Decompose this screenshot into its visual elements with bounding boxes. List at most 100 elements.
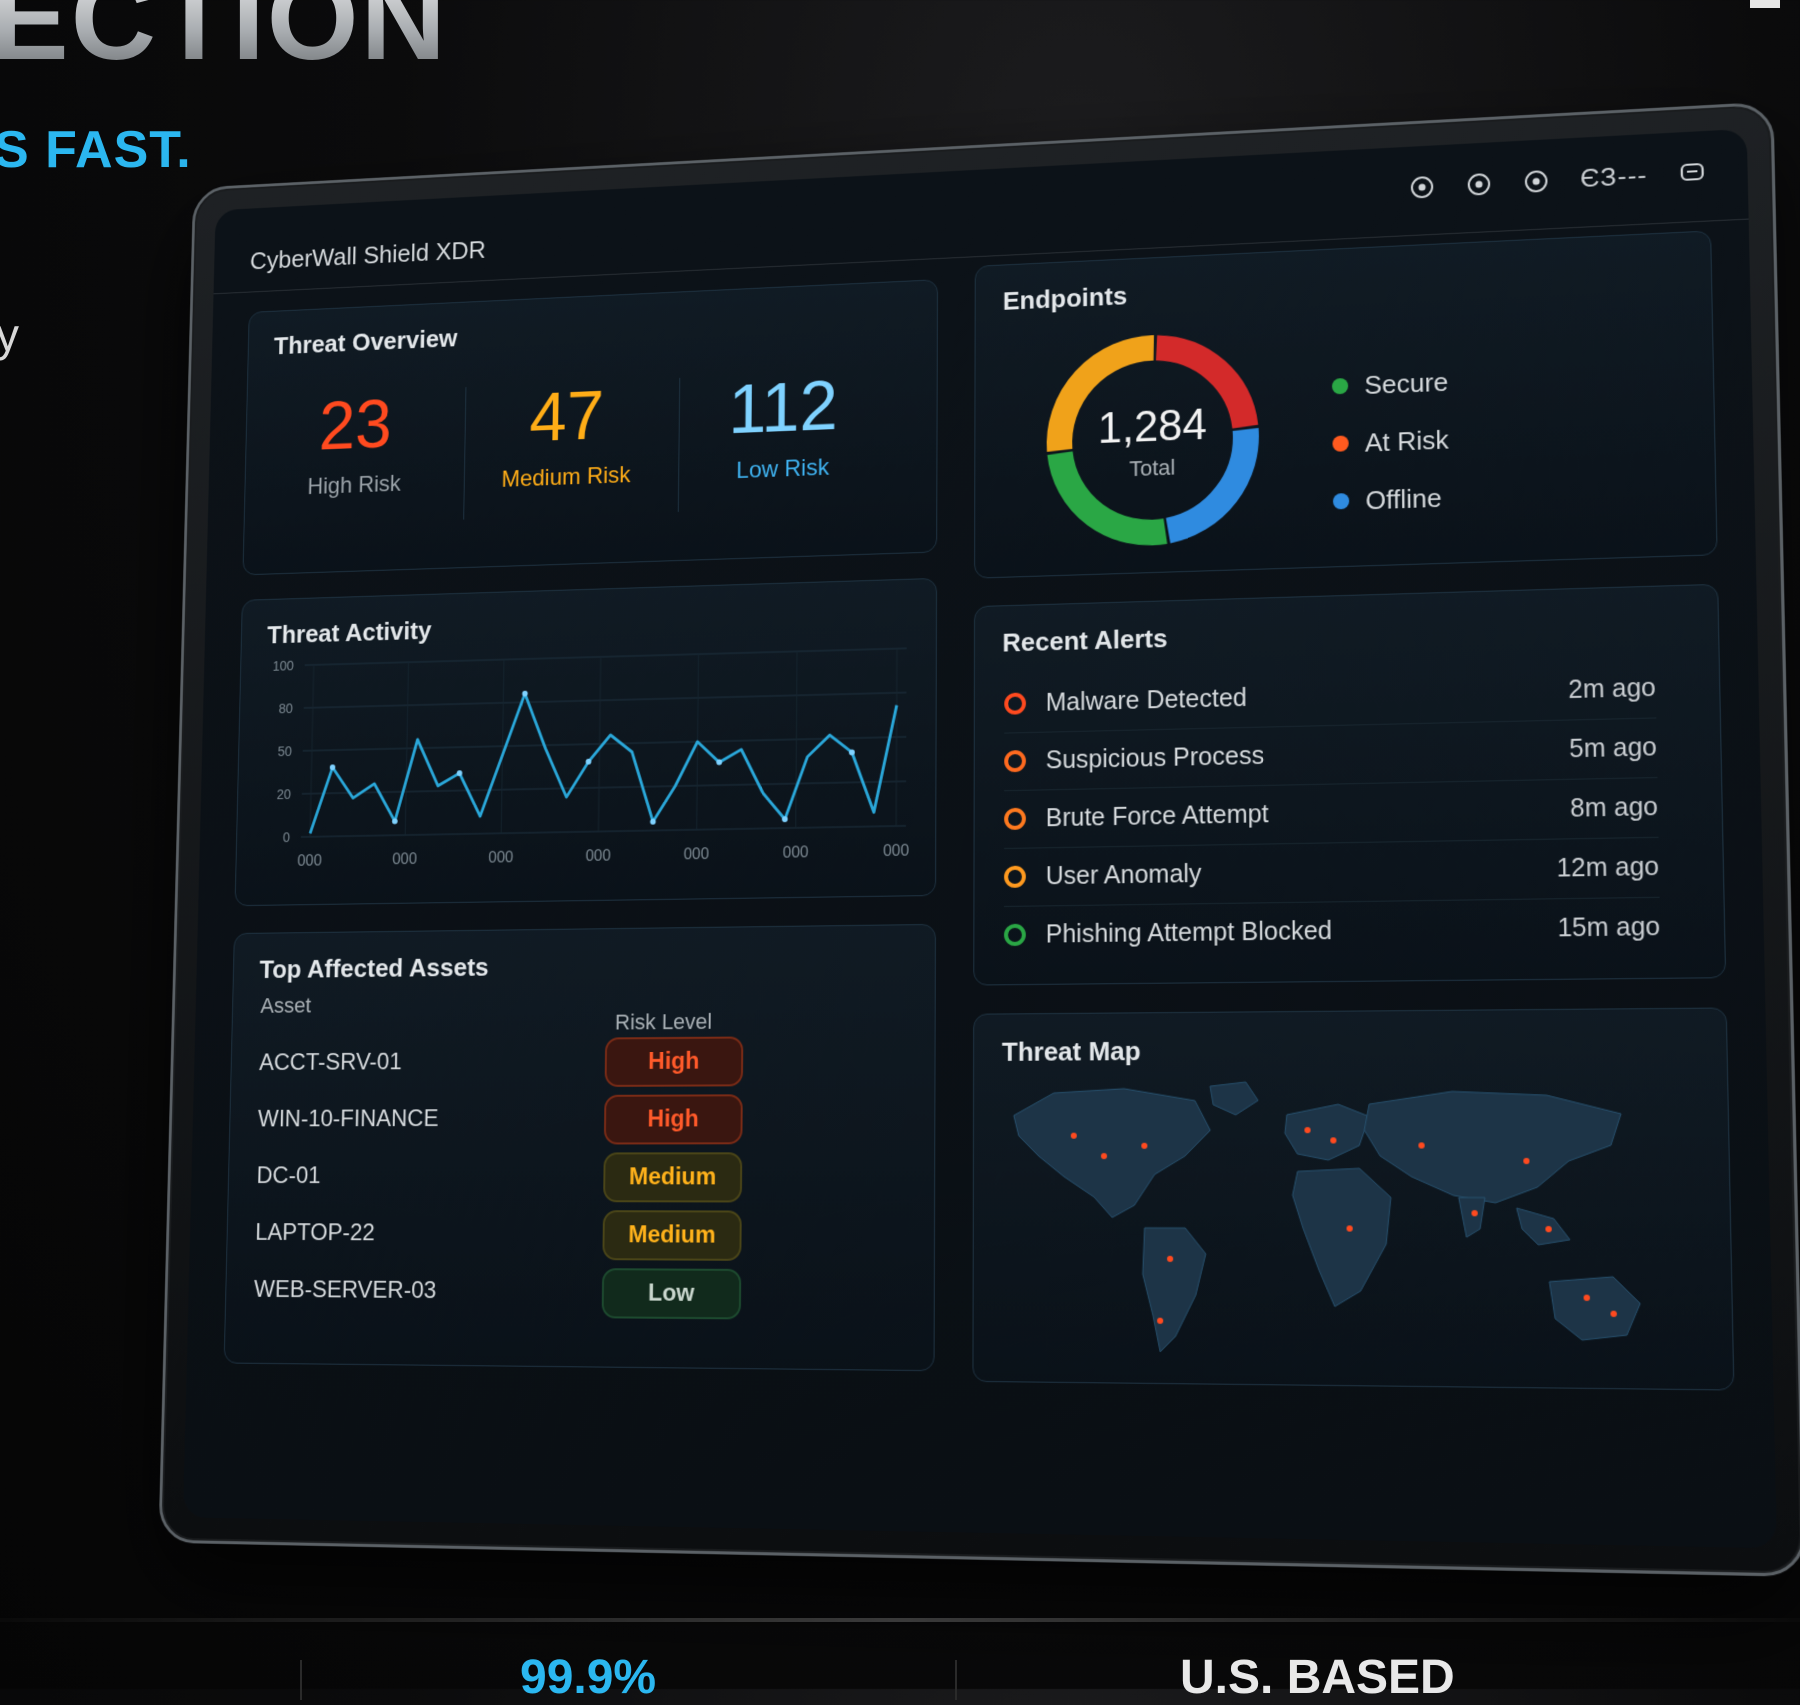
secure-dot-icon (1332, 378, 1348, 394)
alert-text: User Anomaly (1046, 853, 1557, 890)
north-america-shape (1014, 1088, 1211, 1217)
risk-badge: High (605, 1036, 744, 1086)
asset-name[interactable]: DC-01 (256, 1162, 321, 1189)
threat-marker (1141, 1143, 1147, 1149)
alert-text: Brute Force Attempt (1046, 794, 1571, 833)
record-icon-2[interactable] (1465, 170, 1492, 197)
bottom-divider (0, 1618, 1800, 1622)
divider (678, 378, 680, 512)
asset-name[interactable]: WIN-10-FINANCE (258, 1105, 439, 1133)
panel-title: Recent Alerts (1002, 623, 1167, 658)
legend-item-at-risk[interactable]: At Risk (1332, 411, 1449, 473)
y-tick-label: 100 (272, 658, 294, 673)
y-tick-label: 0 (283, 830, 290, 845)
medium-risk-label: Medium Risk (473, 461, 660, 495)
australia-shape (1549, 1276, 1641, 1340)
threat-activity-chart[interactable]: 0 20 50 80 100 000 000 000 000 000 000 000 (235, 579, 936, 905)
recent-alerts-panel: Recent Alerts Malware Detected 2m ago Su… (973, 584, 1726, 986)
india-shape (1459, 1198, 1486, 1238)
world-map[interactable] (993, 1072, 1711, 1379)
endpoints-panel: Endpoints 1,284 Total Secure At Risk Off… (974, 230, 1718, 578)
threat-marker (1101, 1153, 1107, 1159)
divider (463, 387, 466, 519)
alert-time: 15m ago (1557, 912, 1660, 943)
gridline (301, 826, 906, 837)
panel-title: Threat Overview (274, 324, 458, 361)
high-risk-stat[interactable]: 23 High Risk (263, 388, 447, 502)
africa-shape (1292, 1168, 1392, 1307)
legend-item-secure[interactable]: Secure (1332, 353, 1449, 415)
x-tick-label: 000 (297, 852, 322, 869)
threat-marker (1167, 1256, 1173, 1262)
app-title: CyberWall Shield XDR (250, 235, 486, 276)
x-tick-label: 000 (585, 847, 610, 865)
high-risk-label: High Risk (263, 469, 446, 502)
legend-item-offline[interactable]: Offline (1333, 468, 1450, 530)
bottom-stat-location: U.S. BASED (1180, 1650, 1455, 1705)
threat-activity-panel: Threat Activity 0 20 50 80 100 000 000 000 000 00… (235, 578, 937, 906)
endpoints-legend: Secure At Risk Offline (1332, 353, 1450, 530)
bottom-separator (955, 1660, 957, 1700)
asset-column-header: Asset (260, 993, 311, 1019)
gridline (796, 651, 797, 827)
risk-column-header: Risk Level (615, 1009, 712, 1036)
chat-icon[interactable] (1678, 159, 1706, 186)
alert-status-icon (1004, 866, 1026, 888)
x-tick-label: 000 (883, 842, 909, 860)
alert-text: Suspicious Process (1046, 734, 1570, 775)
threat-marker (1304, 1127, 1310, 1133)
alert-status-icon (1004, 808, 1026, 830)
status-text-icon[interactable]: ЄЗ--- (1580, 160, 1648, 194)
europe-shape (1285, 1104, 1370, 1160)
risk-badge: Medium (602, 1210, 741, 1261)
risk-badge: High (604, 1094, 743, 1144)
alert-text: Phishing Attempt Blocked (1046, 913, 1558, 949)
gridline (302, 781, 906, 794)
medium-risk-stat[interactable]: 47 Medium Risk (473, 379, 661, 495)
bottom-separator (300, 1660, 302, 1700)
southeast-asia-shape (1517, 1208, 1570, 1245)
alert-time: 5m ago (1569, 732, 1657, 764)
x-tick-label: 000 (488, 849, 513, 867)
asset-name[interactable]: ACCT-SRV-01 (259, 1049, 402, 1077)
risk-badge: Medium (603, 1152, 742, 1202)
legend-label: At Risk (1365, 424, 1449, 458)
hero-title: ECTION (0, 0, 448, 78)
low-risk-count: 112 (688, 369, 879, 446)
record-icon[interactable] (1408, 173, 1435, 200)
x-tick-label: 000 (392, 851, 417, 869)
threat-overview-panel: Threat Overview 23 High Risk 47 Medium R… (242, 279, 938, 575)
gridline (305, 648, 907, 665)
gridline (304, 693, 907, 708)
legend-label: Offline (1365, 482, 1442, 516)
panel-title: Threat Map (1002, 1036, 1141, 1068)
low-risk-stat[interactable]: 112 Low Risk (688, 369, 879, 486)
hero-text-fragment: y (0, 308, 19, 362)
hero-subtitle: S FAST. (0, 120, 192, 180)
asset-name[interactable]: LAPTOP-22 (255, 1219, 375, 1247)
south-america-shape (1143, 1228, 1207, 1352)
panel-title: Endpoints (1003, 281, 1127, 317)
corner-mark (1750, 0, 1780, 8)
panel-title: Top Affected Assets (259, 952, 489, 985)
record-icon-3[interactable] (1522, 167, 1549, 194)
alert-status-icon (1004, 924, 1026, 946)
asset-name[interactable]: WEB-SERVER-03 (254, 1276, 437, 1305)
dashboard-screen: CyberWall Shield XDR ЄЗ--- Threat Overvi… (183, 129, 1777, 1548)
endpoints-total: 1,284 (1044, 398, 1262, 456)
alert-time: 12m ago (1556, 852, 1659, 884)
alert-row[interactable]: Phishing Attempt Blocked 15m ago (1004, 897, 1661, 964)
offline-dot-icon (1333, 493, 1349, 509)
alert-text: Malware Detected (1046, 675, 1569, 717)
gridline (896, 649, 897, 826)
alert-time: 2m ago (1568, 673, 1656, 705)
dashboard-device: CyberWall Shield XDR ЄЗ--- Threat Overvi… (158, 101, 1800, 1577)
alert-row[interactable]: User Anomaly 12m ago (1004, 837, 1660, 907)
alert-status-icon (1004, 750, 1026, 772)
activity-point (586, 759, 592, 765)
legend-label: Secure (1364, 366, 1448, 400)
y-tick-label: 20 (277, 787, 292, 802)
activity-series-line (310, 684, 897, 833)
low-risk-label: Low Risk (688, 452, 879, 486)
threat-marker (1330, 1137, 1336, 1143)
